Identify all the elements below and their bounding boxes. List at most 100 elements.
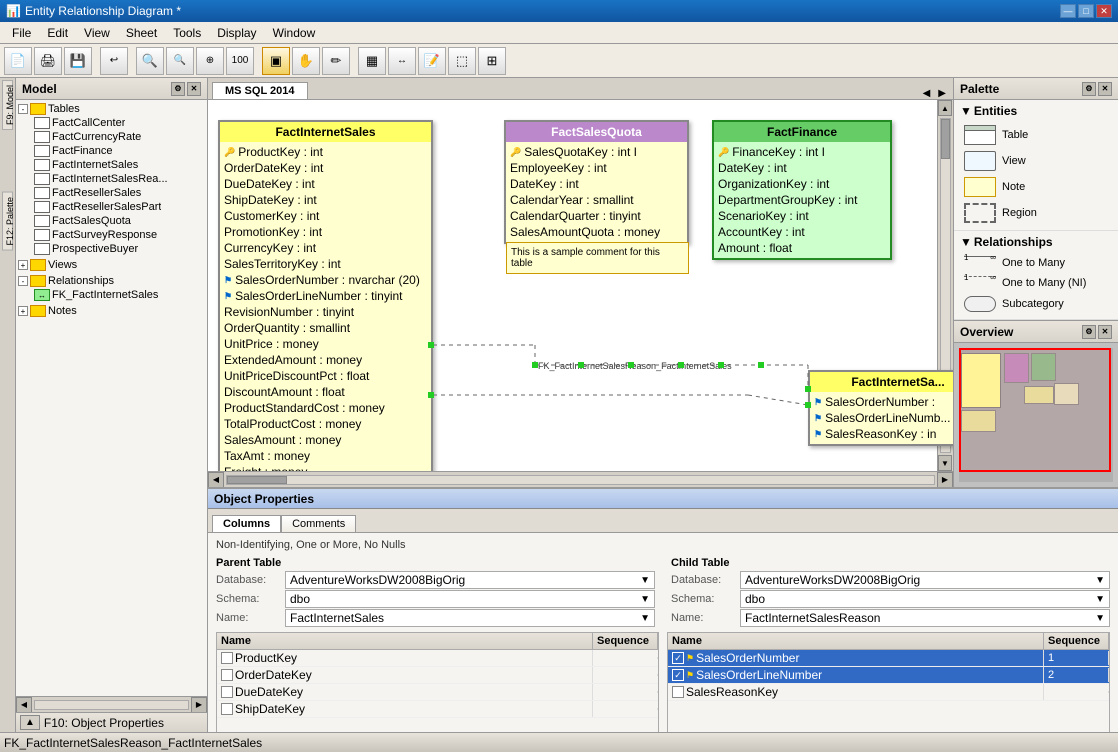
note-tool[interactable]: 📝 xyxy=(418,47,446,75)
zoom-fit-button[interactable]: ⊕ xyxy=(196,47,224,75)
hscroll-track[interactable] xyxy=(34,700,189,710)
parent-cb-orderdatekey[interactable] xyxy=(221,669,233,681)
child-schema-value[interactable]: dbo ▼ xyxy=(740,590,1110,608)
diagram-canvas[interactable]: ▲ ▼ FactInternetSales 🔑ProductKey : int xyxy=(208,100,953,471)
tree-item-factsurveyresponse[interactable]: FactSurveyResponse xyxy=(34,228,205,242)
parent-cb-productkey[interactable] xyxy=(221,652,233,664)
tab-next[interactable]: ▶ xyxy=(935,88,949,99)
menu-tools[interactable]: Tools xyxy=(165,24,209,42)
child-cb-salesorderlinenumber[interactable] xyxy=(672,669,684,681)
palette-item-one-many[interactable]: 1 ∞ One to Many xyxy=(960,253,1112,273)
zoom-100-button[interactable]: 100 xyxy=(226,47,254,75)
hscroll-left[interactable]: ◀ xyxy=(208,472,224,488)
vtab-palette[interactable]: F12: Palette xyxy=(2,192,13,251)
palette-item-subcategory[interactable]: Subcategory xyxy=(960,293,1112,315)
tab-mssql2014[interactable]: MS SQL 2014 xyxy=(212,82,308,99)
overview-settings-button[interactable]: ⚙ xyxy=(1082,325,1096,339)
child-database-value[interactable]: AdventureWorksDW2008BigOrig ▼ xyxy=(740,571,1110,589)
select-button[interactable]: ▣ xyxy=(262,47,290,75)
tree-item-factcurrencyrate[interactable]: FactCurrencyRate xyxy=(34,130,205,144)
parent-col-row-productkey[interactable]: ProductKey xyxy=(217,650,658,667)
region-tool[interactable]: ⬚ xyxy=(448,47,476,75)
new-button[interactable]: 📄 xyxy=(4,47,32,75)
palette-item-view[interactable]: View xyxy=(960,148,1112,174)
palette-close-button[interactable]: ✕ xyxy=(1098,82,1112,96)
parent-schema-dropdown[interactable]: ▼ xyxy=(640,594,650,605)
palette-item-note[interactable]: Note xyxy=(960,174,1112,200)
expand-notes[interactable]: + xyxy=(18,306,28,316)
palette-item-one-many-ni[interactable]: 1 ∞ One to Many (NI) xyxy=(960,273,1112,293)
palette-settings-button[interactable]: ⚙ xyxy=(1082,82,1096,96)
parent-cb-shipdatekey[interactable] xyxy=(221,703,233,715)
close-button[interactable]: ✕ xyxy=(1096,4,1112,18)
tree-item-factsalesquota[interactable]: FactSalesQuota xyxy=(34,214,205,228)
tree-item-fk-factinternetsales[interactable]: ↔ FK_FactInternetSales xyxy=(34,288,205,302)
table-tool[interactable]: ▦ xyxy=(358,47,386,75)
entities-expand[interactable]: ▼ xyxy=(960,104,972,118)
parent-database-value[interactable]: AdventureWorksDW2008BigOrig ▼ xyxy=(285,571,655,589)
tree-item-prospectivebuyer[interactable]: ProspectiveBuyer xyxy=(34,242,205,256)
child-col-row-salesorderlinenumber[interactable]: ⚑ SalesOrderLineNumber 2 xyxy=(668,667,1109,684)
child-schema-dropdown[interactable]: ▼ xyxy=(1095,594,1105,605)
table-factinternetsales[interactable]: FactInternetSales 🔑ProductKey : int Orde… xyxy=(218,120,433,471)
tree-tables-folder[interactable]: - Tables xyxy=(18,102,205,116)
minimize-button[interactable]: — xyxy=(1060,4,1076,18)
open-button[interactable]: 🖨 xyxy=(34,47,62,75)
hscroll-thumb[interactable] xyxy=(227,476,287,484)
child-col-row-salesordernumber[interactable]: ⚑ SalesOrderNumber 1 xyxy=(668,650,1109,667)
scroll-left[interactable]: ◀ xyxy=(16,697,32,713)
parent-name-value[interactable]: FactInternetSales ▼ xyxy=(285,609,655,627)
obj-tab-comments[interactable]: Comments xyxy=(281,515,356,532)
child-name-value[interactable]: FactInternetSalesReason ▼ xyxy=(740,609,1110,627)
tree-hscroll[interactable]: ◀ ▶ xyxy=(16,696,207,712)
table-factfinance[interactable]: FactFinance 🔑FinanceKey : int I DateKey … xyxy=(712,120,892,260)
menu-file[interactable]: File xyxy=(4,24,39,42)
model-settings-button[interactable]: ⚙ xyxy=(171,82,185,96)
child-cb-salesreasonkey[interactable] xyxy=(672,686,684,698)
hand-button[interactable]: ✋ xyxy=(292,47,320,75)
palette-item-table[interactable]: Table xyxy=(960,122,1112,148)
model-close-button[interactable]: ✕ xyxy=(187,82,201,96)
tree-views-folder[interactable]: + Views xyxy=(18,258,205,272)
maximize-button[interactable]: □ xyxy=(1078,4,1094,18)
rel-tool[interactable]: ↔ xyxy=(388,47,416,75)
vtab-model[interactable]: F9: Model xyxy=(2,80,13,130)
parent-col-row-duedatekey[interactable]: DueDateKey xyxy=(217,684,658,701)
tree-item-factfinance[interactable]: FactFinance xyxy=(34,144,205,158)
menu-display[interactable]: Display xyxy=(209,24,264,42)
save-button[interactable]: 💾 xyxy=(64,47,92,75)
vscroll-thumb[interactable] xyxy=(941,119,950,159)
zoom-in-button[interactable]: 🔍 xyxy=(136,47,164,75)
scroll-down[interactable]: ▼ xyxy=(938,455,952,471)
palette-item-region[interactable]: Region xyxy=(960,200,1112,226)
tree-relationships-folder[interactable]: - Relationships xyxy=(18,274,205,288)
tab-prev[interactable]: ◀ xyxy=(920,88,934,99)
tree-item-factcallcenter[interactable]: FactCallCenter xyxy=(34,116,205,130)
tree-item-factresellersales[interactable]: FactResellerSales xyxy=(34,186,205,200)
draw-button[interactable]: ✏ xyxy=(322,47,350,75)
scroll-right[interactable]: ▶ xyxy=(191,697,207,713)
parent-schema-value[interactable]: dbo ▼ xyxy=(285,590,655,608)
tree-notes-folder[interactable]: + Notes xyxy=(18,304,205,318)
child-cb-salesordernumber[interactable] xyxy=(672,652,684,664)
tree-item-factinternetrea[interactable]: FactInternetSalesRea... xyxy=(34,172,205,186)
undo-button[interactable]: ↩ xyxy=(100,47,128,75)
parent-cb-duedatekey[interactable] xyxy=(221,686,233,698)
menu-view[interactable]: View xyxy=(76,24,118,42)
obj-tab-columns[interactable]: Columns xyxy=(212,515,281,532)
child-database-dropdown[interactable]: ▼ xyxy=(1095,575,1105,586)
tree-item-factresellersalespart[interactable]: FactResellerSalesPart xyxy=(34,200,205,214)
overview-canvas[interactable] xyxy=(954,343,1118,487)
hscroll-right[interactable]: ▶ xyxy=(937,472,953,488)
parent-col-row-shipdatekey[interactable]: ShipDateKey xyxy=(217,701,658,718)
expand-views[interactable]: + xyxy=(18,260,28,270)
rels-expand[interactable]: ▼ xyxy=(960,235,972,249)
parent-name-dropdown[interactable]: ▼ xyxy=(640,613,650,624)
expand-rels[interactable]: - xyxy=(18,276,28,286)
overview-viewport[interactable] xyxy=(959,348,1111,472)
child-name-dropdown[interactable]: ▼ xyxy=(1095,613,1105,624)
child-col-row-salesreasonkey[interactable]: SalesReasonKey xyxy=(668,684,1109,701)
scroll-up[interactable]: ▲ xyxy=(938,100,952,116)
parent-col-row-orderdatekey[interactable]: OrderDateKey xyxy=(217,667,658,684)
expand-tables[interactable]: - xyxy=(18,104,28,114)
